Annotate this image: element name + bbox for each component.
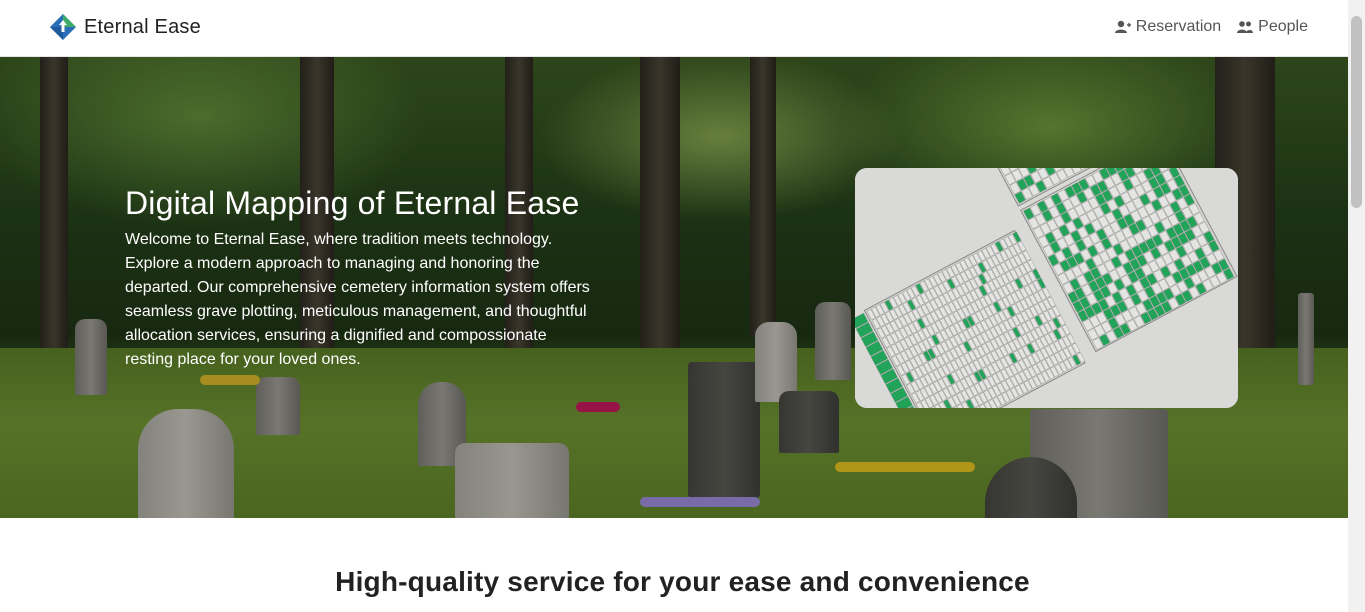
section-title: High-quality service for your ease and c… (335, 566, 1030, 597)
user-plus-icon (1114, 20, 1131, 33)
cemetery-map-image (855, 168, 1238, 408)
users-icon (1237, 21, 1254, 33)
brand-name: Eternal Ease (84, 15, 201, 38)
diamond-arrow-logo-icon (50, 14, 76, 40)
hero-text: Digital Mapping of Eternal Ease Welcome … (125, 183, 595, 372)
nav-people-label: People (1258, 18, 1308, 35)
nav-reservation-label: Reservation (1135, 18, 1222, 35)
page-scrollbar[interactable] (1348, 0, 1365, 612)
scrollbar-thumb[interactable] (1351, 16, 1362, 208)
hero-description: Welcome to Eternal Ease, where tradition… (125, 231, 590, 368)
hero-section: Digital Mapping of Eternal Ease Welcome … (0, 57, 1348, 518)
brand-link[interactable]: Eternal Ease (50, 14, 201, 40)
nav-people-link[interactable]: People (1237, 18, 1308, 36)
hero-title: Digital Mapping of Eternal Ease (125, 185, 580, 221)
nav-links: Reservation People (1114, 18, 1308, 36)
navbar: Eternal Ease Reservation People (0, 0, 1348, 57)
nav-reservation-link[interactable]: Reservation (1114, 18, 1222, 36)
